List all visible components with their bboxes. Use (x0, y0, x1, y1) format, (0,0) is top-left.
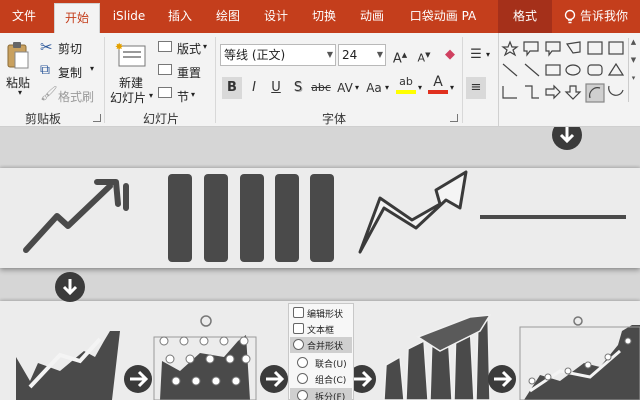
reset-icon (158, 64, 172, 75)
fragmented-shapes-icon (383, 313, 492, 400)
tab-draw[interactable]: 绘图 (206, 0, 250, 33)
highlight-dropdown-icon[interactable]: ▾ (418, 83, 422, 92)
format-painter-icon: 🖌 (40, 86, 58, 102)
font-color-button[interactable]: A (428, 74, 448, 94)
shapes-scrollbar[interactable]: ▲ ▼ ▾ (628, 38, 638, 102)
reset-button[interactable]: 重置 (177, 64, 201, 81)
clipboard-group-label: 剪贴板 (24, 112, 61, 126)
strikethrough-button[interactable]: abc (308, 77, 334, 99)
grow-font-button[interactable]: A▲ (390, 44, 410, 66)
new-slide-label-2[interactable]: 幻灯片 (110, 89, 146, 106)
lightbulb-icon (564, 9, 576, 24)
case-dropdown-icon[interactable]: ▾ (385, 83, 389, 92)
trend-line-icon (23, 179, 129, 253)
textbox-icon (293, 323, 304, 334)
copy-button[interactable]: 复制 (58, 64, 82, 81)
align-left-icon[interactable]: ≡ (466, 77, 486, 99)
separator (215, 37, 216, 123)
svg-text:✸: ✸ (115, 42, 123, 53)
union-menu-item[interactable]: 联合(U) (315, 357, 347, 370)
italic-button[interactable]: I (244, 77, 264, 99)
change-case-button[interactable]: Aa (362, 77, 386, 99)
paste-icon[interactable] (6, 40, 30, 70)
arrow-shape-icon (358, 170, 468, 254)
merge-shapes-menu-item[interactable]: 合并形状 (307, 339, 343, 352)
chevron-down-icon: ▼ (376, 50, 383, 59)
combine-icon (297, 373, 308, 384)
chevron-down-icon: ▼ (326, 50, 333, 59)
edit-shape-menu-item[interactable]: 编辑形状 (307, 307, 343, 320)
font-launcher[interactable] (450, 114, 458, 122)
tab-pocket-animation[interactable]: 口袋动画 PA (400, 0, 486, 33)
final-chart-icon (519, 316, 640, 400)
bold-button[interactable]: B (222, 77, 242, 99)
tab-islide[interactable]: iSlide (106, 0, 152, 33)
bars-icon (168, 174, 334, 262)
char-spacing-button[interactable]: AV (334, 77, 356, 99)
shrink-font-button[interactable]: A▼ (414, 44, 434, 66)
tab-home[interactable]: 开始 (54, 3, 100, 33)
separator (462, 37, 463, 123)
section-dropdown-icon[interactable]: ▾ (191, 90, 195, 99)
bullets-dropdown-icon[interactable]: ▾ (486, 50, 490, 59)
selected-shapes-icon (153, 315, 257, 400)
cut-button[interactable]: 剪切 (58, 40, 82, 57)
tab-animations[interactable]: 动画 (350, 0, 394, 33)
font-group-label: 字体 (321, 112, 346, 126)
spacing-dropdown-icon[interactable]: ▾ (355, 83, 359, 92)
cut-icon: ✂ (40, 38, 53, 56)
font-color-dropdown-icon[interactable]: ▾ (450, 83, 454, 92)
format-painter-button[interactable]: 格式刷 (58, 88, 94, 105)
font-size-value: 24 (342, 48, 358, 62)
layout-icon (158, 41, 172, 52)
tab-insert[interactable]: 插入 (158, 0, 202, 33)
underline-button[interactable]: U (266, 77, 286, 99)
shadow-button[interactable]: S (288, 77, 308, 99)
tab-design[interactable]: 设计 (254, 0, 298, 33)
fragment-menu-item[interactable]: 拆分(F) (315, 390, 345, 400)
combine-menu-item[interactable]: 组合(C) (315, 373, 346, 386)
font-size-combo[interactable]: 24 ▼ (338, 44, 386, 66)
scroll-up-icon[interactable]: ▲ (629, 38, 638, 46)
merge-shapes-icon (293, 339, 304, 350)
new-slide-icon[interactable]: ✸ (115, 40, 149, 70)
union-icon (297, 357, 308, 368)
merge-shapes-menu: 编辑形状 文本框 合并形状 联合(U) 组合(C) 拆分(F) (288, 303, 354, 400)
more-shapes-icon[interactable]: ▾ (629, 74, 638, 82)
edit-shape-icon (293, 307, 304, 318)
highlight-button[interactable]: ab (396, 74, 416, 94)
layout-button[interactable]: 版式 (177, 40, 201, 57)
paste-dropdown-icon[interactable]: ▾ (18, 88, 22, 97)
bullets-icon[interactable]: ☰ (466, 44, 486, 66)
tab-file[interactable]: 文件 (2, 0, 46, 33)
font-name-combo[interactable]: 等线 (正文) ▼ (220, 44, 336, 66)
copy-dropdown-icon[interactable]: ▾ (90, 64, 94, 73)
separator (104, 37, 105, 123)
tab-transitions[interactable]: 切换 (302, 0, 346, 33)
section-button[interactable]: 节 (177, 88, 189, 105)
slides-group-label: 幻灯片 (142, 112, 179, 126)
layout-dropdown-icon[interactable]: ▾ (203, 42, 207, 51)
icon-strip-graphics (23, 170, 626, 262)
clipboard-launcher[interactable] (93, 114, 101, 122)
copy-icon: ⧉ (40, 62, 50, 78)
down-arrow-button-2[interactable] (55, 272, 85, 302)
new-slide-dropdown-icon[interactable]: ▾ (149, 91, 153, 100)
icon-strip (0, 168, 640, 268)
shapes-grid (501, 40, 625, 103)
textbox-menu-item[interactable]: 文本框 (307, 323, 334, 336)
fragment-icon (297, 390, 308, 400)
clear-format-icon[interactable]: ◆ (440, 44, 460, 66)
font-name-value: 等线 (正文) (224, 48, 286, 62)
combined-chart-icon (16, 331, 120, 400)
scroll-down-icon[interactable]: ▼ (629, 56, 638, 64)
tab-format[interactable]: 格式 (498, 0, 552, 33)
section-icon (158, 87, 172, 98)
